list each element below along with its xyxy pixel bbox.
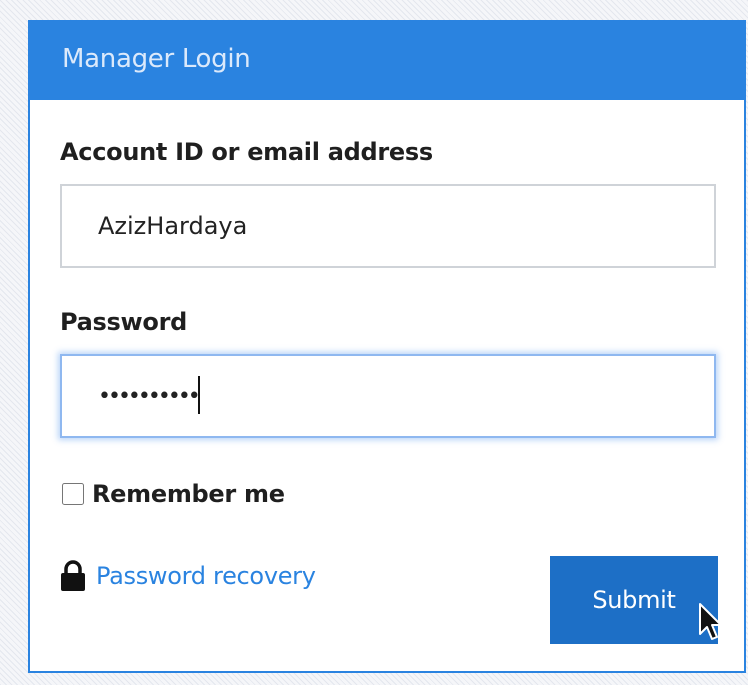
panel-title: Manager Login [62,44,251,74]
account-input[interactable] [60,184,716,268]
password-input[interactable] [60,354,716,438]
password-recovery-link[interactable]: Password recovery [60,560,316,592]
remember-me-row[interactable]: Remember me [62,480,285,508]
password-label: Password [60,308,187,336]
submit-button[interactable]: Submit [550,556,718,644]
login-panel: Manager Login Account ID or email addres… [28,20,746,673]
lock-icon [61,560,85,591]
password-recovery-label[interactable]: Password recovery [96,562,316,590]
remember-me-checkbox[interactable] [62,483,84,505]
panel-header: Manager Login [30,22,746,100]
remember-me-label[interactable]: Remember me [92,480,285,508]
account-label: Account ID or email address [60,138,433,166]
text-caret [198,376,200,414]
